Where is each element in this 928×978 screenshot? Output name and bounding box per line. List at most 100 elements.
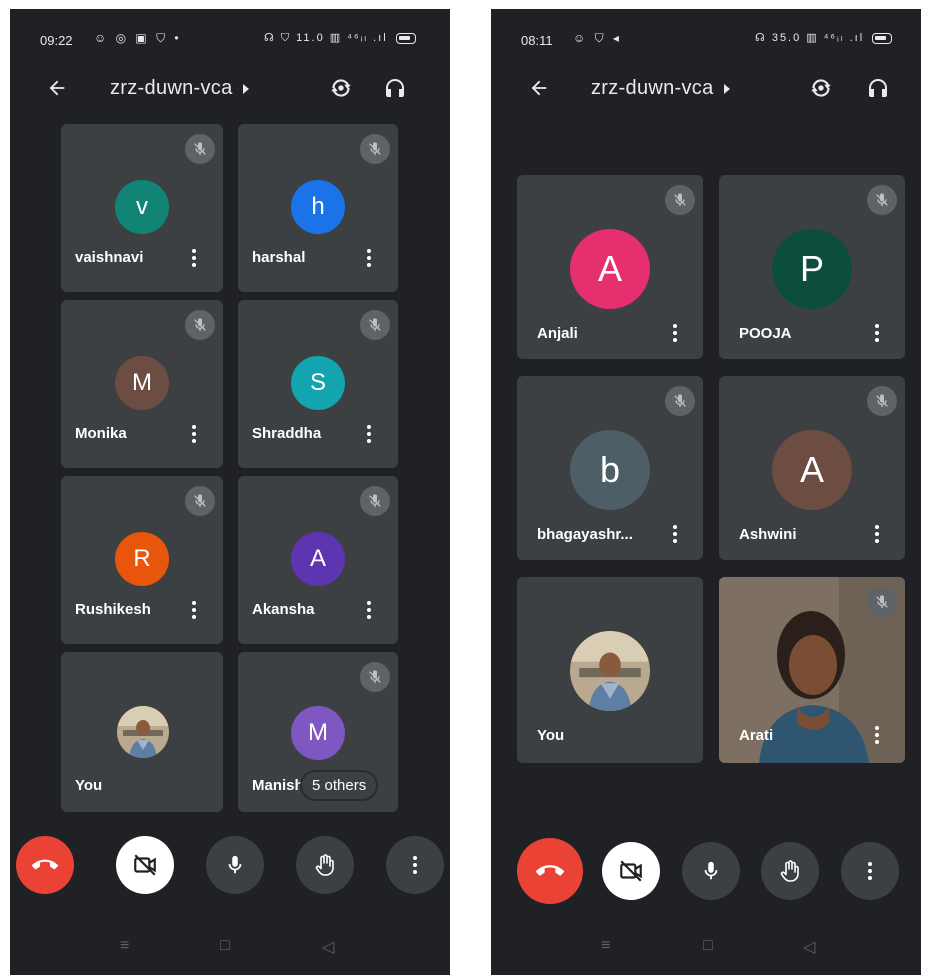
more-options-button[interactable]: [841, 842, 899, 900]
participant-name: bhagayashr...: [537, 526, 633, 543]
participant-name: You: [537, 727, 565, 744]
participant-tile[interactable]: A Akansha: [238, 476, 398, 644]
mic-off-icon: [369, 494, 381, 507]
camera-off-icon: [134, 854, 156, 876]
participant-more-button[interactable]: [184, 245, 204, 271]
avatar-initial: P: [799, 248, 824, 289]
participant-tile[interactable]: A Anjali: [517, 175, 703, 359]
avatar-initial: h: [311, 193, 325, 220]
participant-tile[interactable]: R Rushikesh: [61, 476, 223, 644]
avatar-initial: M: [308, 719, 328, 746]
raise-hand-button[interactable]: [296, 836, 354, 894]
end-call-button[interactable]: [16, 836, 74, 894]
recent-apps-icon[interactable]: ≡: [120, 937, 129, 955]
self-photo-avatar: [570, 631, 650, 711]
avatar-initial: M: [132, 369, 152, 396]
caret-right-icon: [723, 83, 730, 94]
home-icon[interactable]: □: [220, 937, 230, 955]
back-arrow-icon: [531, 80, 547, 96]
mute-indicator: [665, 185, 695, 215]
participant-tile[interactable]: A Ashwini: [719, 376, 905, 560]
camera-off-icon: [620, 860, 642, 882]
microphone-button[interactable]: [206, 836, 264, 894]
participant-name: Anjali: [537, 325, 578, 342]
mute-indicator: [867, 185, 897, 215]
participant-avatar: A: [291, 532, 345, 586]
participant-more-button[interactable]: [184, 421, 204, 447]
camera-toggle-button[interactable]: [116, 836, 174, 894]
more-options-button[interactable]: [386, 836, 444, 894]
participant-more-button[interactable]: [184, 597, 204, 623]
participant-avatar: A: [570, 229, 650, 309]
mute-indicator: [867, 386, 897, 416]
avatar-initial: v: [136, 193, 148, 220]
participant-more-button[interactable]: [359, 421, 379, 447]
others-count-chip[interactable]: 5 others: [302, 772, 377, 799]
microphone-button[interactable]: [682, 842, 740, 900]
switch-camera-button[interactable]: [804, 71, 838, 105]
back-nav-icon[interactable]: ◁: [803, 937, 815, 957]
participant-more-button[interactable]: [359, 597, 379, 623]
avatar-initial: A: [799, 449, 824, 490]
participant-name: harshal: [252, 249, 306, 266]
participant-name: You: [75, 777, 103, 794]
right-phone-screen: 08:11 ☺ ⛉ ◂ ☊ 35.0 ▥ ⁴⁶ᵢₗ .ıl zrz-duwn-v…: [491, 9, 921, 975]
notification-icons: ☺ ⛉ ◂: [573, 31, 622, 45]
mic-off-icon: [369, 142, 381, 155]
participant-name: Arati: [739, 727, 774, 744]
others-count-label: 5 others: [312, 777, 367, 794]
participant-more-button[interactable]: [867, 320, 887, 346]
mic-off-icon: [369, 318, 381, 331]
participant-name: Manish: [252, 777, 304, 794]
recent-apps-icon[interactable]: ≡: [601, 937, 610, 955]
participant-more-button[interactable]: [665, 521, 685, 547]
system-status-icons: ☊ 35.0 ▥ ⁴⁶ᵢₗ .ıl: [755, 31, 893, 44]
participant-avatar: b: [570, 430, 650, 510]
participant-more-button[interactable]: [867, 722, 887, 748]
audio-output-button[interactable]: [378, 71, 412, 105]
home-icon[interactable]: □: [703, 937, 713, 955]
participant-tile[interactable]: M Monika: [61, 300, 223, 468]
participant-more-button[interactable]: [867, 521, 887, 547]
camera-toggle-button[interactable]: [602, 842, 660, 900]
mute-indicator: [665, 386, 695, 416]
participant-avatar: M: [291, 706, 345, 760]
participant-more-button[interactable]: [359, 245, 379, 271]
participant-name: Monika: [75, 425, 127, 442]
participant-video-tile[interactable]: Arati: [719, 577, 905, 763]
left-phone-screen: 09:22 ☺ ◎ ▣ ⛉ • ☊ ⛉ 11.0 ▥ ⁴⁶ᵢₗ .ıl zrz-…: [10, 9, 450, 975]
meeting-header: zrz-duwn-vca: [491, 67, 921, 111]
participant-tile[interactable]: v vaishnavi: [61, 124, 223, 292]
mute-indicator: [185, 134, 215, 164]
audio-output-button[interactable]: [861, 71, 895, 105]
participant-tile[interactable]: b bhagayashr...: [517, 376, 703, 560]
mic-off-icon: [674, 193, 686, 206]
participant-name: Ashwini: [739, 526, 797, 543]
participant-name: vaishnavi: [75, 249, 144, 266]
participant-avatar: S: [291, 356, 345, 410]
mic-off-icon: [194, 494, 206, 507]
meeting-code-button[interactable]: zrz-duwn-vca: [110, 77, 249, 100]
mic-off-icon: [876, 394, 888, 407]
end-call-button[interactable]: [517, 838, 583, 904]
self-tile[interactable]: You: [517, 577, 703, 763]
participant-tile[interactable]: h harshal: [238, 124, 398, 292]
profile-photo-icon: [570, 631, 650, 711]
meeting-code-button[interactable]: zrz-duwn-vca: [591, 77, 730, 100]
back-nav-icon[interactable]: ◁: [322, 937, 334, 957]
participant-name: Akansha: [252, 601, 315, 618]
self-tile[interactable]: You: [61, 652, 223, 812]
back-button[interactable]: [40, 71, 74, 105]
battery-icon: [395, 32, 416, 44]
mic-off-icon: [674, 394, 686, 407]
participant-tile[interactable]: P POOJA: [719, 175, 905, 359]
back-button[interactable]: [522, 71, 556, 105]
switch-camera-button[interactable]: [324, 71, 358, 105]
mic-off-icon: [194, 142, 206, 155]
participant-tile[interactable]: S Shraddha: [238, 300, 398, 468]
avatar-initial: S: [309, 369, 326, 396]
signal-icons: ☊ 35.0 ▥ ⁴⁶ᵢₗ .ıl: [755, 32, 865, 44]
participant-more-button[interactable]: [665, 320, 685, 346]
participant-avatar: h: [291, 180, 345, 234]
raise-hand-button[interactable]: [761, 842, 819, 900]
